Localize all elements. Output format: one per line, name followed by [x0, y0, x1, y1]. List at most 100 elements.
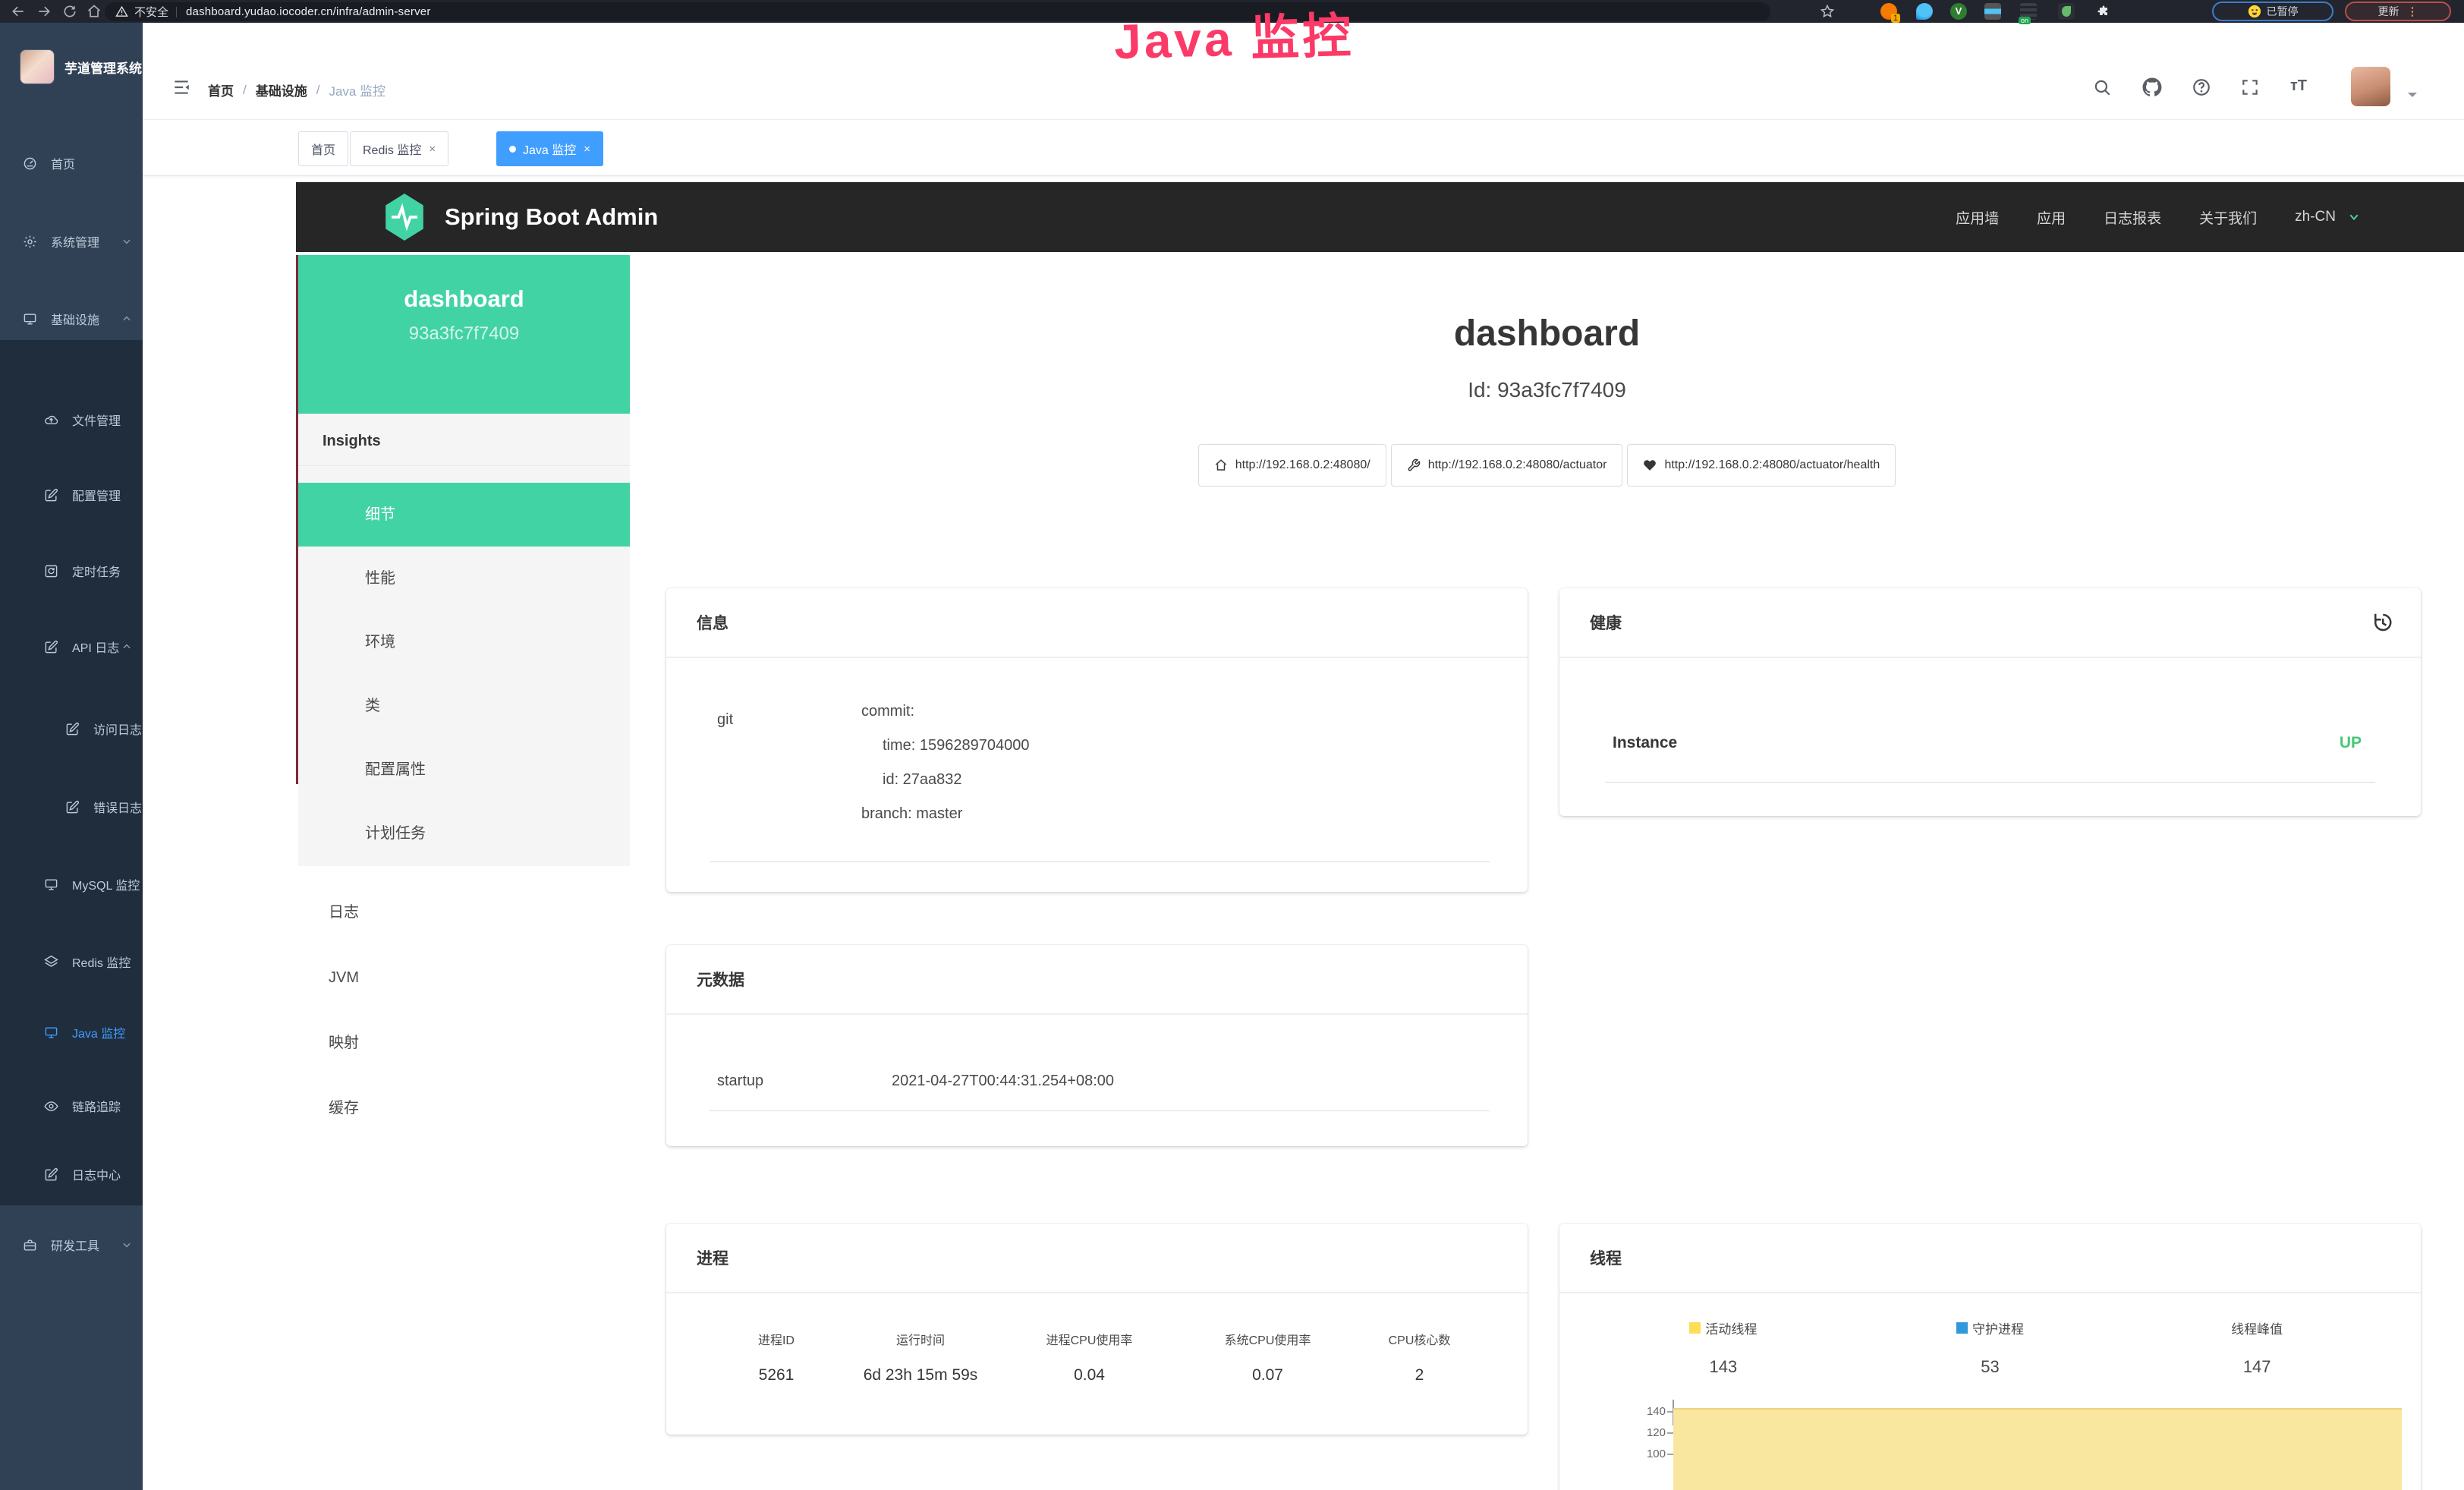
breadcrumb-home[interactable]: 首页	[208, 80, 234, 99]
locale-caret-icon[interactable]	[2348, 211, 2360, 223]
sidebar-item-java-monitor[interactable]: Java 监控	[0, 1011, 143, 1054]
sidebar-item-mysql-monitor[interactable]: MySQL 监控	[0, 863, 143, 906]
browser-back-icon[interactable]	[11, 4, 26, 19]
browser-forward-icon[interactable]	[36, 4, 52, 19]
sba-nav-wallboard[interactable]: 应用墙	[1956, 207, 1999, 228]
avatar-caret-icon[interactable]	[2408, 93, 2417, 102]
sidebar-item-config-manage[interactable]: 配置管理	[0, 474, 143, 516]
bookmark-star-icon[interactable]	[1820, 4, 1835, 19]
sba-nav: 应用墙 应用 日志报表 关于我们 zh-CN	[1956, 182, 2360, 252]
breadcrumb: 首页 / 基础设施 / Java 监控	[208, 80, 385, 99]
sba-nav-about[interactable]: 关于我们	[2199, 207, 2257, 228]
live-threads-value: 143	[1590, 1357, 1857, 1377]
sidebar-item-file-manage[interactable]: 文件管理	[0, 398, 143, 441]
divider	[298, 465, 630, 466]
github-icon[interactable]	[2142, 77, 2162, 97]
sidebar-item-trace[interactable]: 链路追踪	[0, 1085, 143, 1127]
daemon-threads-value: 53	[1857, 1357, 2124, 1377]
edit-icon	[44, 488, 58, 502]
y-axis-tick: 120	[1622, 1426, 1666, 1439]
sidebar-item-scheduled-task[interactable]: 定时任务	[0, 550, 143, 592]
text-size-icon[interactable]: тT	[2290, 77, 2307, 95]
sba-menu-environment[interactable]: 环境	[298, 610, 630, 674]
sidebar-item-dev-tools[interactable]: 研发工具	[0, 1224, 143, 1266]
info-key-git: git	[717, 711, 733, 729]
sba-locale-select[interactable]: zh-CN	[2295, 209, 2336, 225]
instance-page-id: Id: 93a3fc7f7409	[630, 378, 2464, 402]
fullscreen-icon[interactable]	[2240, 77, 2260, 97]
sba-menu-classes[interactable]: 类	[298, 674, 630, 738]
sba-instance-header[interactable]: dashboard 93a3fc7f7409	[298, 255, 630, 414]
browser-profile-chip[interactable]: 已暂停	[2212, 2, 2333, 21]
sba-menu-mappings[interactable]: 映射	[298, 1011, 630, 1075]
close-icon[interactable]: ×	[584, 143, 590, 156]
extension-icon-2[interactable]	[1916, 3, 1933, 20]
log-edit-icon	[65, 722, 80, 736]
close-icon[interactable]: ×	[429, 143, 436, 156]
process-col-uptime: 运行时间 6d 23h 15m 59s	[841, 1330, 1000, 1384]
extension-icon-1[interactable]: 1	[1880, 3, 1897, 20]
legend-daemon-threads: 守护进程 53	[1857, 1318, 2124, 1377]
app-sidebar: 芋道管理系统 首页 系统管理 基础设施 文件管理 配置管理 定时任务	[0, 23, 143, 1490]
row-divider	[1605, 782, 2375, 783]
sba-menu-logs[interactable]: 日志	[298, 880, 630, 944]
browser-reload-icon[interactable]	[62, 4, 77, 19]
home-icon	[1214, 458, 1228, 472]
process-col-pid: 进程ID 5261	[712, 1330, 841, 1384]
sba-brand-title[interactable]: Spring Boot Admin	[445, 182, 658, 252]
legend-live-threads: 活动线程 143	[1590, 1318, 1857, 1377]
security-label[interactable]: 不安全	[134, 4, 168, 20]
sba-menu-scheduled-tasks[interactable]: 计划任务	[298, 802, 630, 865]
tab-java-monitor[interactable]: Java 监控 ×	[496, 131, 603, 166]
sba-menu-details[interactable]: 细节	[298, 483, 630, 547]
breadcrumb-infrastructure[interactable]: 基础设施	[256, 80, 307, 99]
health-url-button[interactable]: http://192.168.0.2:48080/actuator/health	[1627, 444, 1896, 487]
sidebar-item-log-center[interactable]: 日志中心	[0, 1153, 143, 1195]
sidebar-item-error-log[interactable]: 错误日志	[0, 786, 143, 828]
extension-icon-3[interactable]: V	[1950, 3, 1967, 20]
heart-icon	[1643, 458, 1657, 472]
service-url-button[interactable]: http://192.168.0.2:48080/	[1198, 444, 1386, 487]
y-axis-tick: 140	[1622, 1405, 1666, 1418]
log-edit-icon	[44, 640, 58, 654]
user-avatar[interactable]	[2351, 67, 2390, 106]
row-divider	[710, 1110, 1490, 1111]
tab-redis-monitor[interactable]: Redis 监控 ×	[350, 131, 448, 166]
sidebar-item-system[interactable]: 系统管理	[0, 220, 143, 263]
sidebar-item-access-log[interactable]: 访问日志	[0, 707, 143, 750]
tab-home[interactable]: 首页	[298, 131, 348, 166]
sidebar-item-home[interactable]: 首页	[0, 142, 143, 184]
app-logo-row[interactable]: 芋道管理系统	[0, 44, 143, 90]
extension-icon-4[interactable]	[1984, 3, 2001, 20]
extension-icon-5[interactable]: on	[2020, 3, 2037, 20]
sidebar-collapse-icon[interactable]	[170, 77, 193, 97]
browser-update-button[interactable]: 更新 ⋮	[2345, 2, 2451, 21]
log-edit-icon	[65, 800, 80, 814]
info-git-value: commit: time: 1596289704000 id: 27aa832 …	[861, 695, 1030, 831]
help-icon[interactable]	[2192, 77, 2211, 97]
sba-menu-jvm[interactable]: JVM	[298, 946, 630, 1010]
sidebar-item-redis-monitor[interactable]: Redis 监控	[0, 940, 143, 983]
sba-nav-applications[interactable]: 应用	[2037, 207, 2066, 228]
sidebar-item-api-log[interactable]: API 日志	[0, 625, 143, 668]
card-metadata: 元数据 startup 2021-04-27T00:44:31.254+08:0…	[666, 945, 1528, 1146]
annotation-text: Java 监控	[1113, 0, 1355, 73]
not-secure-warning-icon	[115, 5, 128, 18]
actuator-url-button[interactable]: http://192.168.0.2:48080/actuator	[1391, 444, 1623, 487]
history-icon[interactable]	[2371, 611, 2393, 634]
sba-menu-caches[interactable]: 缓存	[298, 1076, 630, 1140]
extension-icon-6[interactable]	[2058, 3, 2075, 20]
legend-swatch-yellow	[1689, 1322, 1701, 1334]
sidebar-item-infrastructure[interactable]: 基础设施	[0, 298, 143, 340]
chevron-up-icon	[121, 641, 132, 652]
sba-menu-metrics[interactable]: 性能	[298, 547, 630, 610]
browser-home-icon[interactable]	[87, 4, 102, 19]
extension-badge: 1	[1891, 14, 1900, 23]
extensions-puzzle-icon[interactable]	[2096, 4, 2111, 19]
browser-menu-icon[interactable]: ⋮	[2407, 5, 2418, 18]
search-icon[interactable]	[2092, 77, 2112, 97]
sba-nav-journal[interactable]: 日志报表	[2104, 207, 2161, 228]
sba-menu-config-props[interactable]: 配置属性	[298, 738, 630, 802]
page-url[interactable]: dashboard.yudao.iocoder.cn/infra/admin-s…	[186, 5, 431, 18]
address-bar[interactable]: 不安全 dashboard.yudao.iocoder.cn/infra/adm…	[105, 2, 1770, 21]
